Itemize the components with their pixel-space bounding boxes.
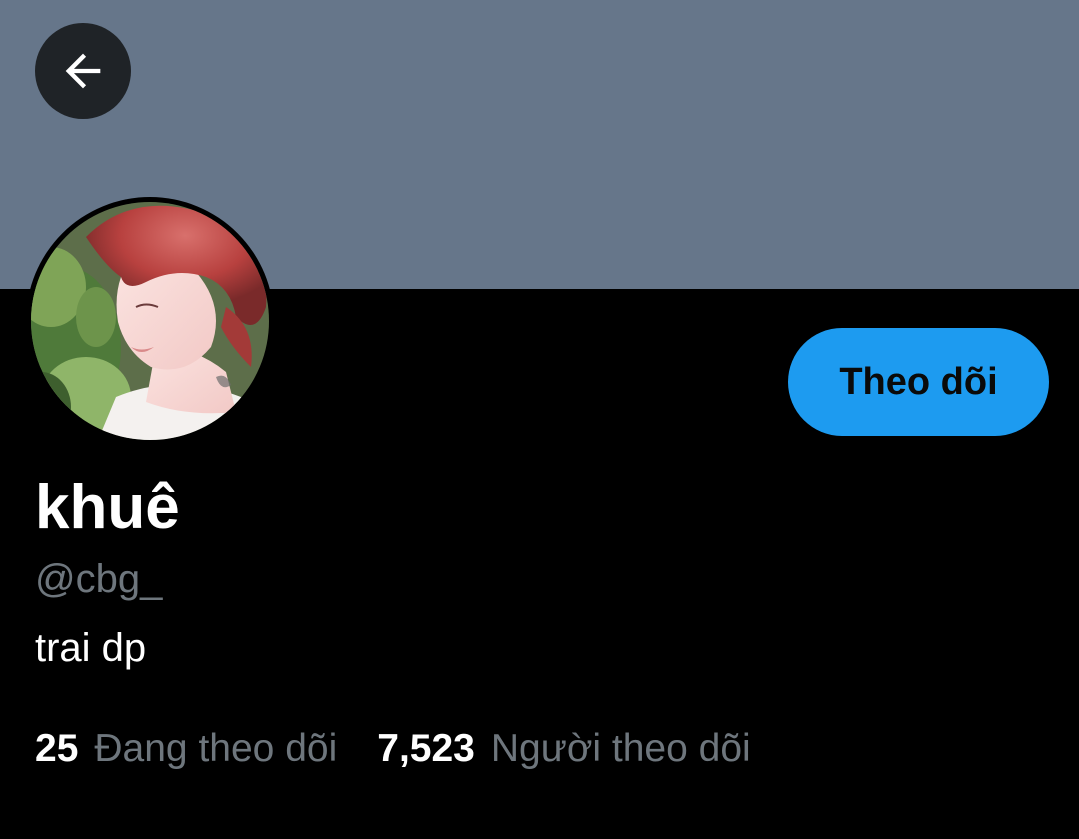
followers-label: Người theo dõi — [490, 727, 751, 770]
followers-count: 7,523 — [377, 727, 475, 770]
follow-button[interactable]: Theo dõi — [788, 328, 1049, 436]
back-button[interactable] — [35, 23, 131, 119]
following-stat[interactable]: 25 Đang theo dõi — [35, 726, 337, 772]
followers-stat[interactable]: 7,523 Người theo dõi — [377, 726, 750, 772]
user-handle: @cbg_ — [35, 557, 163, 601]
display-name: khuê — [35, 473, 180, 542]
arrow-left-icon — [57, 45, 109, 97]
avatar[interactable] — [26, 197, 274, 445]
profile-screen: Theo dõi khuê @cbg_ trai dp 25 Đang theo… — [0, 0, 1079, 839]
profile-stats: 25 Đang theo dõi 7,523 Người theo dõi — [35, 726, 751, 772]
following-count: 25 — [35, 727, 79, 770]
follow-button-label: Theo dõi — [839, 360, 998, 403]
following-label: Đang theo dõi — [94, 727, 338, 770]
profile-bio: trai dp — [35, 626, 147, 670]
